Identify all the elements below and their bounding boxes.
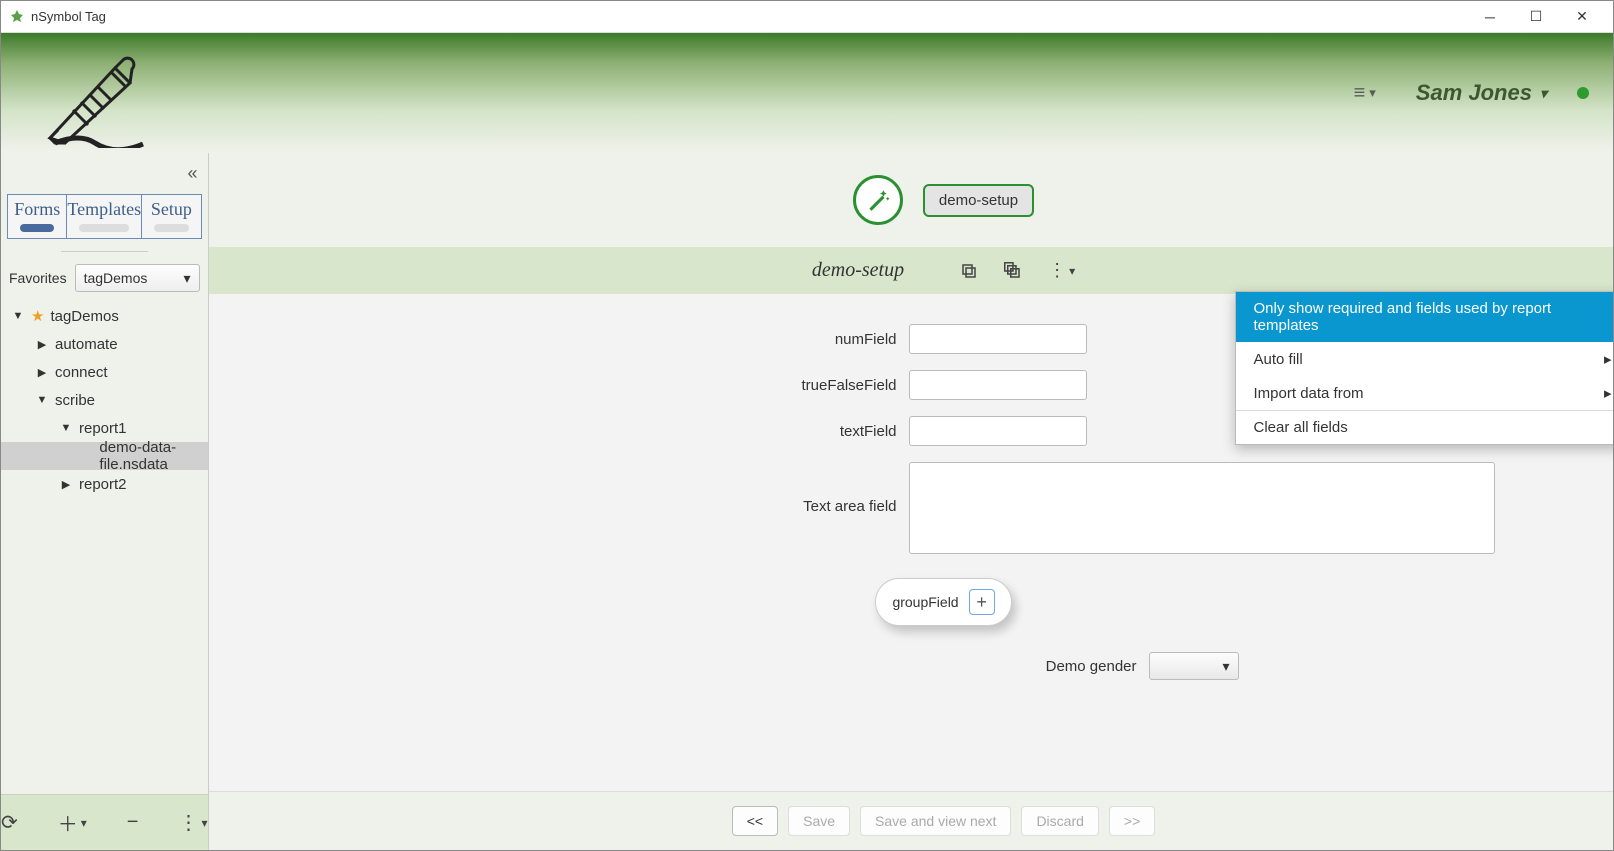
duplicate-button[interactable] bbox=[1004, 262, 1022, 280]
menu-import-data[interactable]: Import data from ▸ bbox=[1236, 376, 1613, 410]
trueFalseField-label: trueFalseField bbox=[209, 377, 909, 394]
favorites-label: Favorites bbox=[9, 270, 67, 286]
tree-item-report2[interactable]: ▶ report2 bbox=[1, 470, 208, 498]
numField-label: numField bbox=[209, 331, 909, 348]
form-title: demo-setup bbox=[812, 259, 904, 282]
chevron-right-icon[interactable]: ▶ bbox=[35, 366, 49, 379]
add-button[interactable]: ＋▾ bbox=[58, 808, 87, 837]
tree-item-automate[interactable]: ▶ automate bbox=[1, 330, 208, 358]
menu-only-show-required[interactable]: Only show required and fields used by re… bbox=[1236, 292, 1613, 342]
navigation-tree: ▼ ★ tagDemos ▶ automate ▶ connect ▼ scri… bbox=[1, 302, 208, 794]
wizard-button[interactable] bbox=[853, 175, 903, 225]
textarea-input[interactable] bbox=[909, 462, 1495, 554]
chevron-down-icon[interactable]: ▼ bbox=[59, 422, 73, 434]
main-area: demo-setup demo-setup ⋮ ▾ Only show requ… bbox=[209, 153, 1613, 850]
more-button[interactable]: ⋮▾ bbox=[178, 810, 207, 835]
plus-icon: ＋ bbox=[58, 808, 78, 837]
favorites-select[interactable]: tagDemos ▾ bbox=[75, 264, 200, 292]
user-name: Sam Jones bbox=[1416, 80, 1532, 106]
refresh-button[interactable]: ⟳ bbox=[1, 810, 18, 835]
form-footer: << Save Save and view next Discard >> bbox=[209, 791, 1613, 850]
textField-label: textField bbox=[209, 423, 909, 440]
caret-down-icon: ▾ bbox=[201, 816, 207, 830]
form-header: demo-setup ⋮ ▾ Only show required and fi… bbox=[209, 247, 1613, 294]
minimize-button[interactable]: ─ bbox=[1467, 1, 1513, 33]
close-button[interactable]: ✕ bbox=[1559, 1, 1605, 33]
copy-button[interactable] bbox=[960, 262, 978, 280]
remove-button[interactable]: − bbox=[127, 811, 139, 834]
caret-down-icon: ▾ bbox=[1369, 85, 1376, 101]
favorites-row: Favorites tagDemos ▾ bbox=[1, 264, 208, 292]
add-group-button[interactable]: + bbox=[969, 589, 995, 615]
prev-button[interactable]: << bbox=[732, 806, 778, 836]
window-title: nSymbol Tag bbox=[31, 9, 1467, 24]
chevron-down-icon[interactable]: ▼ bbox=[35, 394, 49, 406]
chevron-right-icon[interactable]: ▶ bbox=[35, 338, 49, 351]
tree-item-scribe[interactable]: ▼ scribe bbox=[1, 386, 208, 414]
tree-item-report1[interactable]: ▼ report1 bbox=[1, 414, 208, 442]
menu-auto-fill[interactable]: Auto fill ▸ bbox=[1236, 342, 1613, 376]
duplicate-icon bbox=[1004, 262, 1022, 280]
demoGender-label: Demo gender bbox=[209, 658, 1149, 675]
save-button[interactable]: Save bbox=[788, 806, 850, 836]
caret-down-icon: ▾ bbox=[1540, 85, 1547, 102]
groupField-label: groupField bbox=[892, 594, 958, 610]
sidebar-toolbar: ⟳ ＋▾ − ⋮▾ bbox=[1, 794, 208, 850]
refresh-icon: ⟳ bbox=[1, 810, 18, 835]
collapse-sidebar-button[interactable]: « bbox=[184, 159, 202, 188]
chevron-down-icon[interactable]: ▼ bbox=[11, 310, 25, 322]
titlebar: nSymbol Tag ─ ☐ ✕ bbox=[1, 1, 1613, 33]
user-menu[interactable]: Sam Jones ▾ bbox=[1416, 80, 1547, 106]
star-icon: ★ bbox=[31, 307, 44, 325]
tree-root[interactable]: ▼ ★ tagDemos bbox=[1, 302, 208, 330]
tab-forms[interactable]: Forms bbox=[8, 195, 67, 238]
tree-item-demo-data-file[interactable]: demo-data-file.nsdata bbox=[1, 442, 208, 470]
group-field-pill: groupField + bbox=[875, 578, 1011, 626]
maximize-button[interactable]: ☐ bbox=[1513, 1, 1559, 33]
tab-setup[interactable]: Setup bbox=[142, 195, 200, 238]
trueFalseField-input[interactable] bbox=[909, 370, 1087, 400]
save-next-button[interactable]: Save and view next bbox=[860, 806, 1011, 836]
status-indicator-icon bbox=[1577, 87, 1589, 99]
textarea-label: Text area field bbox=[209, 462, 909, 515]
app-icon bbox=[9, 9, 25, 25]
main-top-bar: demo-setup bbox=[209, 153, 1613, 247]
numField-input[interactable] bbox=[909, 324, 1087, 354]
sidebar: « Forms Templates Setup Favorites bbox=[1, 153, 209, 850]
header-menu-button[interactable]: ≡ ▾ bbox=[1354, 82, 1376, 105]
sidebar-tabs: Forms Templates Setup bbox=[7, 194, 202, 239]
form-menu-button[interactable]: ⋮ ▾ bbox=[1048, 260, 1075, 281]
caret-down-icon: ▾ bbox=[1069, 264, 1075, 278]
tree-item-connect[interactable]: ▶ connect bbox=[1, 358, 208, 386]
demoGender-select[interactable]: ▾ bbox=[1149, 652, 1239, 680]
chevron-right-icon: ▸ bbox=[1604, 350, 1612, 368]
minus-icon: − bbox=[127, 811, 139, 834]
magic-wand-icon bbox=[865, 187, 891, 213]
chevron-right-icon[interactable]: ▶ bbox=[59, 478, 73, 491]
form-options-menu: Only show required and fields used by re… bbox=[1235, 291, 1613, 445]
textField-input[interactable] bbox=[909, 416, 1087, 446]
caret-down-icon: ▾ bbox=[81, 816, 87, 830]
caret-down-icon: ▾ bbox=[1222, 658, 1229, 675]
discard-button[interactable]: Discard bbox=[1021, 806, 1098, 836]
kebab-icon: ⋮ bbox=[1048, 260, 1066, 281]
pencil-logo-icon bbox=[25, 38, 145, 148]
app-header: ≡ ▾ Sam Jones ▾ bbox=[1, 33, 1613, 153]
tab-templates[interactable]: Templates bbox=[67, 195, 142, 238]
chevron-right-icon: ▸ bbox=[1604, 384, 1612, 402]
hamburger-icon: ≡ bbox=[1354, 82, 1366, 105]
menu-clear-all[interactable]: Clear all fields bbox=[1236, 411, 1613, 444]
caret-down-icon: ▾ bbox=[183, 270, 190, 287]
setup-pill[interactable]: demo-setup bbox=[923, 184, 1034, 217]
app-body: « Forms Templates Setup Favorites bbox=[1, 153, 1613, 850]
kebab-icon: ⋮ bbox=[178, 810, 198, 835]
copy-icon bbox=[960, 262, 978, 280]
app-window: nSymbol Tag ─ ☐ ✕ ≡ ▾ Sam Jones bbox=[0, 0, 1614, 851]
next-button[interactable]: >> bbox=[1109, 806, 1155, 836]
